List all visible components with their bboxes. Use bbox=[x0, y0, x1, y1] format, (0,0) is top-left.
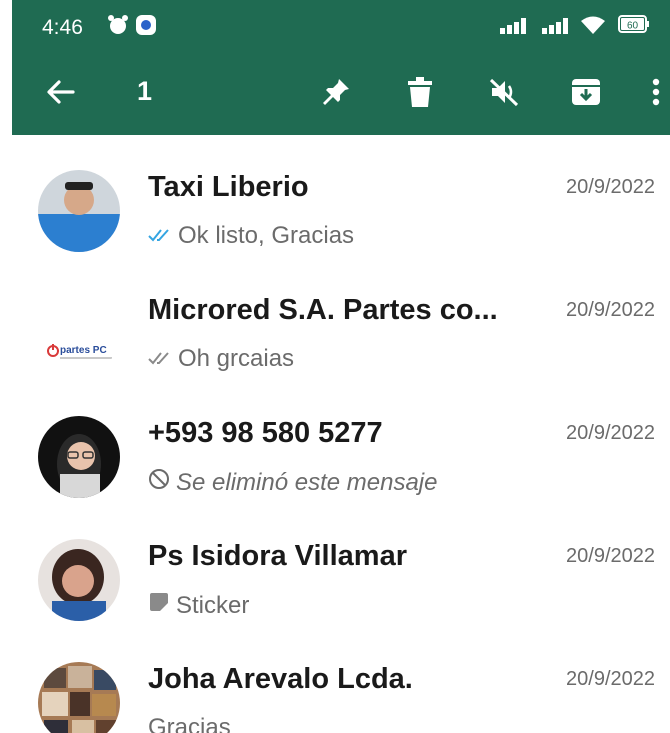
chat-name: Taxi Liberio bbox=[148, 171, 309, 203]
avatar[interactable] bbox=[38, 170, 120, 252]
back-arrow-icon[interactable] bbox=[42, 74, 78, 110]
chat-date: 20/9/2022 bbox=[566, 422, 655, 444]
app-header: 4:46 60 1 bbox=[12, 0, 670, 135]
chat-preview-text: Gracias bbox=[148, 714, 231, 733]
chat-preview-text: Ok listo, Gracias bbox=[178, 222, 355, 249]
signal-icon bbox=[500, 18, 536, 39]
archive-icon[interactable] bbox=[568, 74, 604, 110]
chat-preview-text: Sticker bbox=[176, 591, 250, 619]
battery-icon: 60 bbox=[618, 15, 650, 38]
chat-row[interactable]: Taxi Liberio 20/9/2022 Ok listo, Gracias bbox=[0, 140, 670, 263]
avatar[interactable] bbox=[38, 662, 120, 733]
chat-preview: Oh grcaias bbox=[148, 345, 294, 373]
chat-row[interactable]: Joha Arevalo Lcda. 20/9/2022 Gracias bbox=[0, 632, 670, 733]
chat-row[interactable]: partes PC Microred S.A. Partes co... 20/… bbox=[0, 263, 670, 386]
status-bar: 4:46 60 bbox=[12, 0, 670, 48]
chat-row[interactable]: +593 98 580 5277 20/9/2022 Se eliminó es… bbox=[0, 386, 670, 509]
more-options-icon[interactable] bbox=[638, 74, 670, 110]
avatar[interactable] bbox=[38, 416, 120, 498]
chat-name: +593 98 580 5277 bbox=[148, 417, 383, 449]
pin-icon[interactable] bbox=[318, 74, 354, 110]
alarm-icon bbox=[107, 14, 129, 41]
double-check-icon bbox=[148, 345, 172, 373]
selected-count: 1 bbox=[137, 76, 153, 106]
app-notification-icon bbox=[135, 14, 157, 41]
chat-row[interactable]: Ps Isidora Villamar 20/9/2022 Sticker bbox=[0, 509, 670, 632]
selection-toolbar: 1 bbox=[12, 48, 670, 135]
double-check-read-icon bbox=[148, 222, 172, 250]
partes-pc-logo: partes PC bbox=[60, 345, 107, 356]
status-time: 4:46 bbox=[42, 16, 83, 39]
avatar[interactable] bbox=[38, 539, 120, 621]
battery-level: 60 bbox=[627, 21, 639, 32]
chat-name: Joha Arevalo Lcda. bbox=[148, 663, 413, 695]
chat-name: Ps Isidora Villamar bbox=[148, 540, 407, 572]
chat-date: 20/9/2022 bbox=[566, 299, 655, 321]
chat-preview: Gracias bbox=[148, 714, 231, 733]
chat-preview-text: Oh grcaias bbox=[178, 345, 295, 372]
chat-date: 20/9/2022 bbox=[566, 545, 655, 567]
delete-icon[interactable] bbox=[402, 74, 438, 110]
chat-preview-text: Se eliminó este mensaje bbox=[176, 468, 438, 496]
chat-date: 20/9/2022 bbox=[566, 176, 655, 198]
chat-date: 20/9/2022 bbox=[566, 668, 655, 690]
mute-icon[interactable] bbox=[486, 74, 522, 110]
chat-preview: Se eliminó este mensaje bbox=[148, 468, 437, 497]
wifi-icon bbox=[580, 15, 606, 40]
avatar[interactable]: partes PC bbox=[38, 293, 120, 375]
chat-preview: Sticker bbox=[148, 591, 249, 620]
chat-name: Microred S.A. Partes co... bbox=[148, 294, 498, 326]
chat-preview: Ok listo, Gracias bbox=[148, 222, 354, 250]
deleted-icon bbox=[148, 468, 170, 497]
signal-icon-2 bbox=[542, 18, 578, 39]
sticker-icon bbox=[148, 591, 170, 620]
